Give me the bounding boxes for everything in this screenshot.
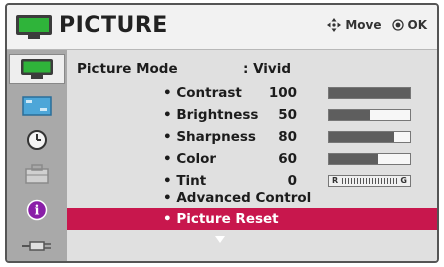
sharpness-bar[interactable] [328,131,411,143]
picture-icon [21,59,53,79]
contrast-bar-fill [329,88,410,98]
input-icon [22,241,51,251]
contrast-bar[interactable] [328,87,411,99]
picture-settings-panel: Picture Mode : Vivid • Contrast 100 • Br… [67,50,437,261]
move-hint: Move [345,18,382,32]
navigation-hints: Move OK [327,18,427,32]
tint-value: 0 [287,173,297,189]
brightness-value: 50 [278,107,297,123]
menu-title: PICTURE [59,13,168,38]
picture-reset-item[interactable]: • Picture Reset [67,208,437,230]
sharpness-bar-fill [329,132,394,142]
contrast-value: 100 [268,85,297,101]
picture-mode-label[interactable]: Picture Mode [77,61,178,77]
advanced-control-item[interactable]: • Advanced Control [163,190,311,206]
sidebar-item-lock[interactable] [17,162,57,186]
tint-scale-ticks [342,178,397,184]
ok-hint: OK [407,18,428,32]
svg-text:i: i [35,204,40,219]
brightness-bar-fill [329,110,370,120]
color-value: 60 [278,151,297,167]
picture-mode-value[interactable]: : Vivid [243,61,291,77]
sidebar-item-time[interactable] [17,128,57,152]
scroll-down-arrow-icon[interactable] [215,236,225,243]
sidebar-item-screen[interactable] [17,94,57,118]
sidebar-item-picture[interactable] [9,54,65,84]
menu-header: PICTURE Move OK [7,5,437,50]
menu-sidebar: i [7,50,67,261]
sidebar-item-info[interactable]: i [17,198,57,222]
tv-picture-icon [16,15,52,39]
color-bar-fill [329,154,378,164]
clock-icon [27,130,47,150]
color-label[interactable]: • Color [163,151,216,167]
picture-reset-label: • Picture Reset [163,211,279,227]
tint-red-label: R [332,176,339,185]
info-icon: i [26,199,48,221]
tint-slider[interactable]: R G [328,175,411,187]
contrast-label[interactable]: • Contrast [163,85,242,101]
brightness-bar[interactable] [328,109,411,121]
sidebar-item-input[interactable] [17,234,57,258]
screen-icon [22,96,52,116]
ok-button-icon [391,19,404,31]
tint-label[interactable]: • Tint [163,173,206,189]
color-bar[interactable] [328,153,411,165]
lock-icon [25,164,49,184]
sharpness-value: 80 [278,129,297,145]
tint-green-label: G [400,176,407,185]
move-arrows-icon [327,18,342,32]
picture-menu-window: PICTURE Move OK i Picture Mode: Vivid •… [5,3,439,263]
